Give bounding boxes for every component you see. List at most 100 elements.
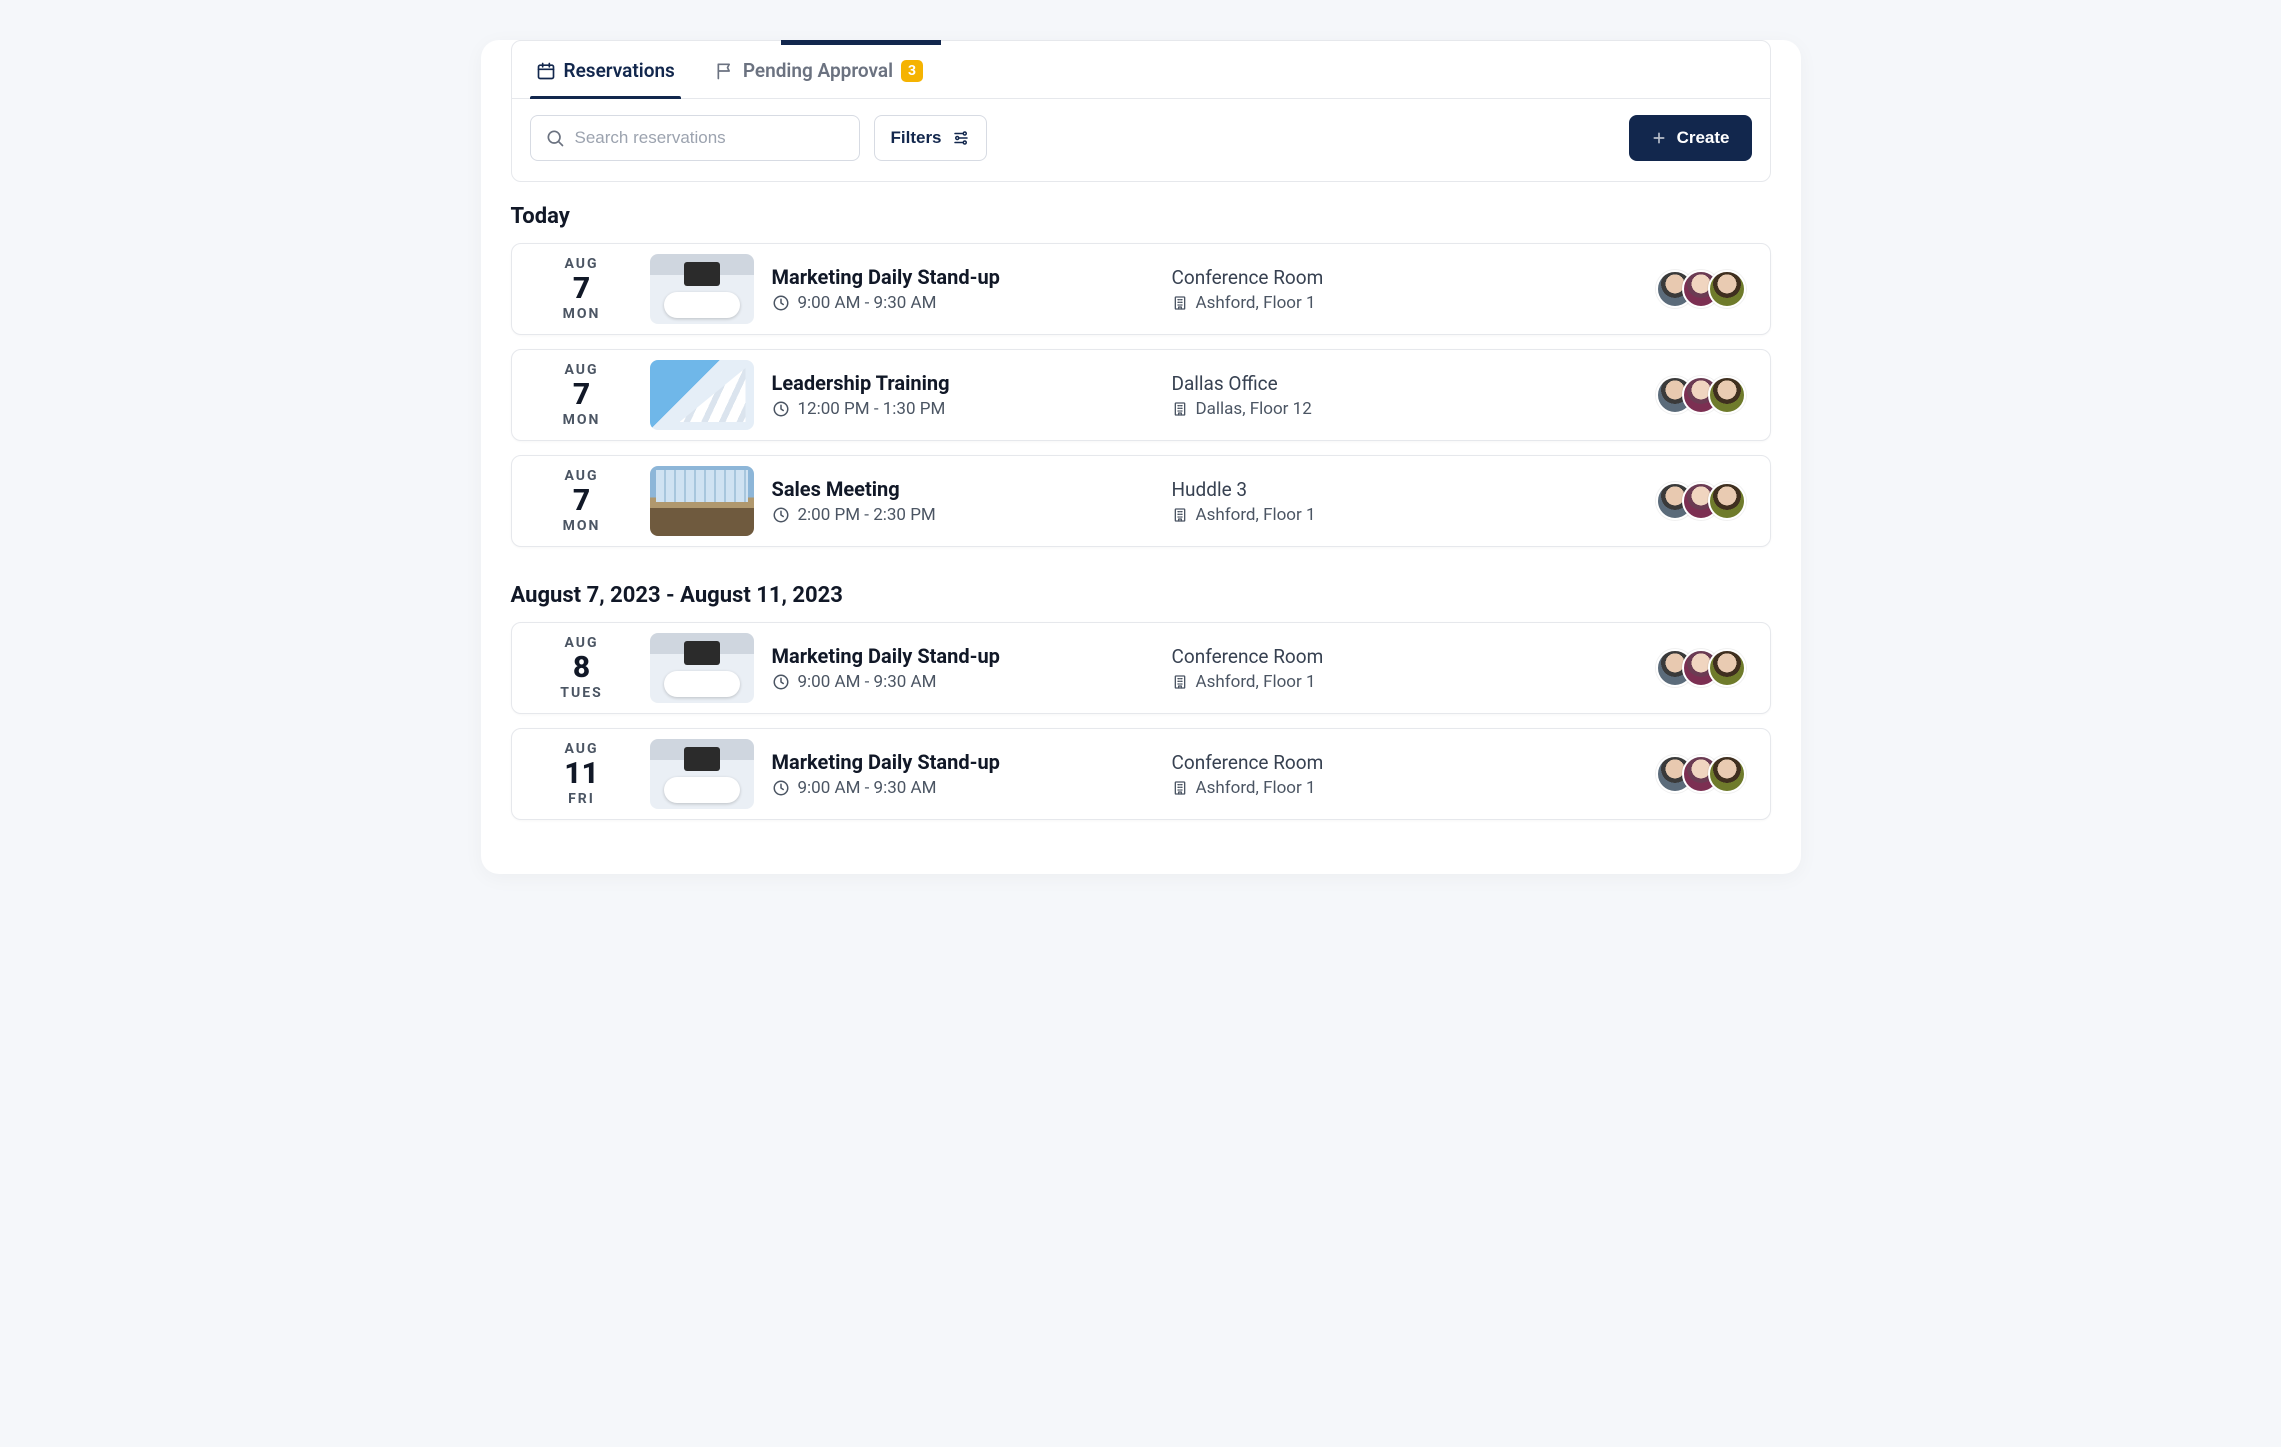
clock-icon	[772, 294, 790, 312]
room-location-text: Ashford, Floor 1	[1196, 505, 1316, 525]
clock-icon	[772, 673, 790, 691]
date-col: AUG 8 TUES	[522, 635, 642, 701]
date-month: AUG	[564, 635, 598, 651]
avatar	[1708, 376, 1746, 414]
tab-pending-label: Pending Approval	[743, 59, 893, 82]
reservation-time: 2:00 PM - 2:30 PM	[772, 505, 1172, 525]
reservation-time-text: 9:00 AM - 9:30 AM	[798, 672, 937, 692]
tab-pending-approval[interactable]: Pending Approval 3	[709, 41, 929, 98]
toolbar: Filters Create	[512, 99, 1770, 181]
room-thumbnail	[650, 633, 754, 703]
room-location: Ashford, Floor 1	[1172, 778, 1492, 798]
info-col: Marketing Daily Stand-up 9:00 AM - 9:30 A…	[772, 750, 1172, 798]
info-col: Marketing Daily Stand-up 9:00 AM - 9:30 A…	[772, 265, 1172, 313]
reservation-card[interactable]: AUG7MONSales Meeting2:00 PM - 2:30 PMHud…	[511, 455, 1771, 547]
app-frame: Reservations Pending Approval 3 Filters	[481, 40, 1801, 874]
search-box[interactable]	[530, 115, 860, 161]
room-thumbnail	[650, 739, 754, 809]
reservation-time: 9:00 AM - 9:30 AM	[772, 293, 1172, 313]
avatar	[1708, 755, 1746, 793]
attendee-avatars	[1656, 649, 1746, 687]
reservation-card[interactable]: AUG 11 FRI Marketing Daily Stand-up 9:00 AM …	[511, 728, 1771, 820]
date-month: AUG	[564, 362, 598, 378]
clock-icon	[772, 400, 790, 418]
date-day: 7	[573, 380, 590, 410]
date-col: AUG 7 MON	[522, 362, 642, 428]
section-title: August 7, 2023 - August 11, 2023	[511, 583, 1771, 608]
reservation-card[interactable]: AUG 7 MON Leadership Training12:00 PM - 1:3…	[511, 349, 1771, 441]
reservation-time-text: 9:00 AM - 9:30 AM	[798, 778, 937, 798]
attendee-avatars	[1656, 270, 1746, 308]
room-location: Ashford, Floor 1	[1172, 505, 1492, 525]
pending-count-badge: 3	[901, 60, 923, 82]
clock-icon	[772, 506, 790, 524]
reservation-card[interactable]: AUG 8 TUES Marketing Daily Stand-up 9:00 AM …	[511, 622, 1771, 714]
clock-icon	[772, 779, 790, 797]
room-name: Conference Room	[1172, 266, 1492, 289]
date-col: AUG 11 FRI	[522, 741, 642, 807]
date-day: 11	[564, 759, 599, 789]
date-weekday: MON	[563, 518, 601, 534]
room-location-text: Ashford, Floor 1	[1196, 293, 1316, 313]
reservation-time: 9:00 AM - 9:30 AM	[772, 672, 1172, 692]
reservation-title: Sales Meeting	[772, 477, 1172, 501]
reservation-time: 9:00 AM - 9:30 AM	[772, 778, 1172, 798]
date-weekday: MON	[563, 412, 601, 428]
filters-label: Filters	[891, 128, 942, 148]
room-location: Ashford, Floor 1	[1172, 293, 1492, 313]
search-icon	[545, 128, 565, 148]
search-input[interactable]	[575, 128, 845, 148]
info-col: Leadership Training12:00 PM - 1:30 PM	[772, 371, 1172, 419]
date-weekday: FRI	[568, 791, 595, 807]
create-button[interactable]: Create	[1629, 115, 1752, 161]
attendee-avatars	[1656, 376, 1746, 414]
room-name: Dallas Office	[1172, 372, 1492, 395]
room-col: Conference RoomAshford, Floor 1	[1172, 645, 1492, 692]
room-thumbnail	[650, 254, 754, 324]
room-name: Conference Room	[1172, 751, 1492, 774]
tab-reservations[interactable]: Reservations	[530, 41, 681, 98]
date-col: AUG7MON	[522, 468, 642, 534]
filters-button[interactable]: Filters	[874, 115, 987, 161]
building-icon	[1172, 780, 1188, 796]
reservation-title: Marketing Daily Stand-up	[772, 644, 1172, 668]
reservation-time-text: 12:00 PM - 1:30 PM	[798, 399, 946, 419]
date-weekday: TUES	[560, 685, 602, 701]
room-col: Conference Room Ashford, Floor 1	[1172, 751, 1492, 798]
date-month: AUG	[564, 256, 598, 272]
tabs: Reservations Pending Approval 3	[512, 41, 1770, 99]
create-label: Create	[1677, 128, 1730, 148]
reservation-time-text: 9:00 AM - 9:30 AM	[798, 293, 937, 313]
reservation-time-text: 2:00 PM - 2:30 PM	[798, 505, 936, 525]
tab-reservations-label: Reservations	[564, 59, 675, 82]
room-col: Dallas Office Dallas, Floor 12	[1172, 372, 1492, 419]
date-weekday: MON	[563, 306, 601, 322]
room-location: Dallas, Floor 12	[1172, 399, 1492, 419]
reservation-card[interactable]: AUG 7 MON Marketing Daily Stand-up 9:00 AM -…	[511, 243, 1771, 335]
info-col: Sales Meeting 2:00 PM - 2:30 PM	[772, 477, 1172, 525]
room-thumbnail	[650, 360, 754, 430]
date-day: 7	[573, 486, 590, 516]
room-name: Huddle 3	[1172, 478, 1492, 501]
calendar-icon	[536, 61, 556, 81]
section: Today AUG 7 MON Marketing Daily Stand-up 9:00…	[481, 182, 1801, 547]
reservation-title: Marketing Daily Stand-up	[772, 750, 1172, 774]
date-col: AUG 7 MON	[522, 256, 642, 322]
section-title: Today	[511, 204, 1771, 229]
reservation-title: Marketing Daily Stand-up	[772, 265, 1172, 289]
date-month: AUG	[564, 741, 598, 757]
avatar	[1708, 482, 1746, 520]
attendee-avatars	[1656, 482, 1746, 520]
avatar	[1708, 270, 1746, 308]
date-day: 7	[573, 274, 590, 304]
attendee-avatars	[1656, 755, 1746, 793]
info-col: Marketing Daily Stand-up 9:00 AM - 9:30 A…	[772, 644, 1172, 692]
building-icon	[1172, 674, 1188, 690]
avatar	[1708, 649, 1746, 687]
date-day: 8	[573, 653, 590, 683]
room-location-text: Ashford, Floor 1	[1196, 778, 1316, 798]
room-thumbnail	[650, 466, 754, 536]
reservation-time: 12:00 PM - 1:30 PM	[772, 399, 1172, 419]
sliders-icon	[952, 129, 970, 147]
room-name: Conference Room	[1172, 645, 1492, 668]
